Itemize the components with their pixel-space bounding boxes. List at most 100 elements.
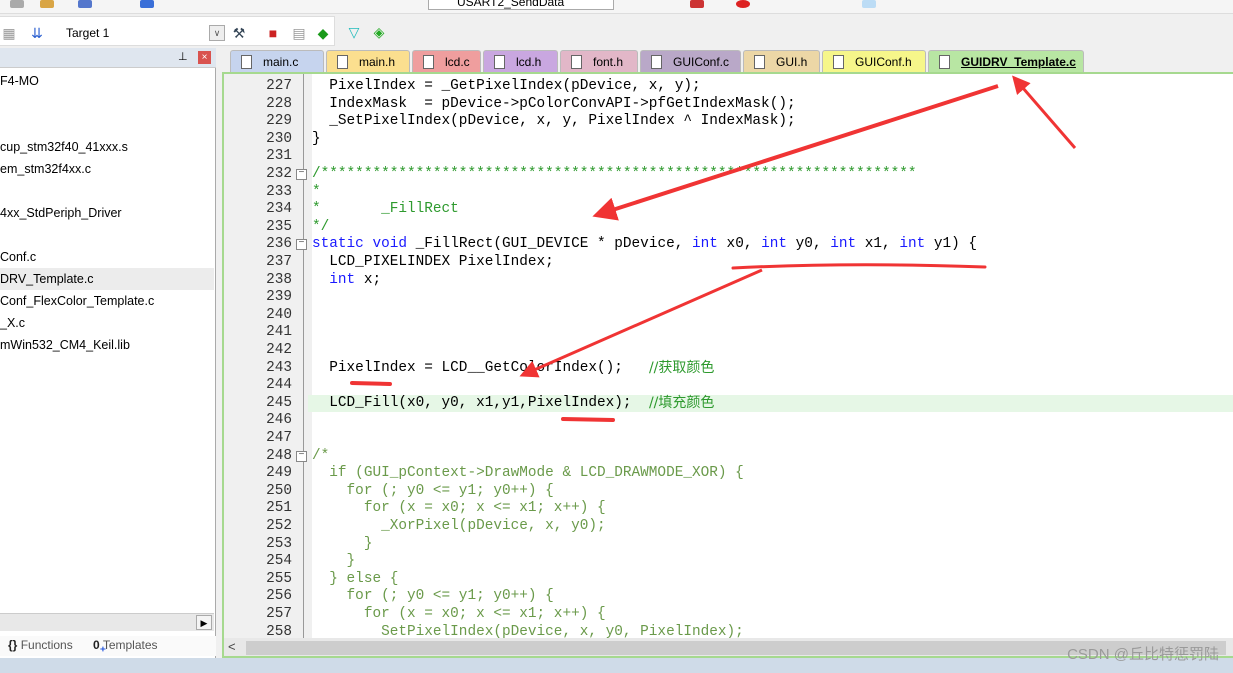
tab-templates-label: Templates bbox=[102, 638, 158, 652]
line-number: 237 bbox=[266, 254, 292, 270]
file-icon bbox=[241, 55, 252, 69]
code-text: /***************************************… bbox=[312, 166, 917, 182]
code-text: LCD_PIXELINDEX PixelIndex; bbox=[312, 254, 554, 270]
code-text: } bbox=[312, 130, 321, 147]
code-editor[interactable]: 227 PixelIndex = _GetPixelIndex(pDevice,… bbox=[222, 72, 1233, 658]
code-line: 255 } else { bbox=[224, 571, 1233, 589]
line-number: 251 bbox=[266, 500, 292, 517]
line-number: 255 bbox=[266, 570, 292, 587]
search-icon[interactable] bbox=[690, 0, 704, 8]
tree-item[interactable] bbox=[0, 114, 214, 136]
code-text: static void _FillRect(GUI_DEVICE * pDevi… bbox=[312, 236, 977, 254]
code-text: _SetPixelIndex(pDevice, x, y, PixelIndex… bbox=[312, 113, 796, 130]
file-icon bbox=[494, 55, 505, 69]
line-number: 240 bbox=[266, 306, 292, 323]
tree-item[interactable]: F4-MO bbox=[0, 70, 214, 92]
tree-item[interactable] bbox=[0, 224, 214, 246]
breakpoint-icon[interactable] bbox=[736, 0, 750, 8]
tab-guiconf-c[interactable]: GUIConf.c bbox=[640, 50, 741, 72]
code-line: 236− static void _FillRect(GUI_DEVICE * p… bbox=[224, 236, 1233, 254]
tree-item[interactable]: Conf.c bbox=[0, 246, 214, 268]
tab-label: main.c bbox=[263, 55, 299, 69]
code-line: 240 bbox=[224, 307, 1233, 325]
tree-item[interactable] bbox=[0, 180, 214, 202]
code-line: 248−/* bbox=[224, 448, 1233, 466]
tree-item[interactable]: cup_stm32f40_41xxx.s bbox=[0, 136, 214, 158]
code-line: 257 for (x = x0; x <= x1; x++) { bbox=[224, 606, 1233, 624]
undo-icon[interactable] bbox=[78, 0, 92, 8]
tab-functions[interactable]: {} Functions bbox=[8, 638, 73, 652]
code-line: 242 bbox=[224, 342, 1233, 360]
line-number: 257 bbox=[266, 606, 292, 622]
select-packs-icon[interactable]: ▽ bbox=[345, 23, 363, 41]
code-line: 251 for (x = x0; x <= x1; x++) { bbox=[224, 500, 1233, 518]
tree-item[interactable]: 4xx_StdPeriph_Driver bbox=[0, 202, 214, 224]
tab-guidrv_template-c[interactable]: GUIDRV_Template.c bbox=[928, 50, 1084, 72]
code-text: */ bbox=[312, 218, 330, 235]
tab-main-c[interactable]: main.c bbox=[230, 50, 324, 72]
manage-components-icon[interactable]: ■ bbox=[264, 24, 282, 42]
horizontal-scrollbar[interactable]: ▶ bbox=[0, 613, 214, 631]
build-toolbar: ▦ ⇊ Target 1 ∨ ⚒ ■ ▤ ◆ bbox=[0, 16, 335, 46]
tree-item[interactable]: mWin532_CM4_Keil.lib bbox=[0, 334, 214, 356]
paste-icon[interactable] bbox=[40, 0, 54, 8]
tab-guiconf-h[interactable]: GUIConf.h bbox=[822, 50, 926, 72]
file-icon bbox=[833, 55, 844, 69]
tab-lcd-h[interactable]: lcd.h bbox=[483, 50, 558, 72]
file-icon bbox=[939, 55, 950, 69]
watermark: CSDN @丘比特惩罚陆 bbox=[1067, 646, 1219, 663]
download-icon[interactable]: ⇊ bbox=[28, 24, 46, 42]
tab-lcd-c[interactable]: lcd.c bbox=[412, 50, 481, 72]
code-line: 250 for (; y0 <= y1; y0++) { bbox=[224, 483, 1233, 501]
tree-item[interactable]: DRV_Template.c bbox=[0, 268, 214, 290]
file-icon bbox=[754, 55, 765, 69]
run-time-env-icon[interactable]: ◈ bbox=[370, 23, 388, 41]
tab-templates[interactable]: 0 ₊ Templates bbox=[93, 638, 158, 654]
options-wand-icon[interactable]: ⚒ bbox=[230, 24, 248, 42]
code-line: 231 bbox=[224, 148, 1233, 166]
fold-toggle-icon[interactable]: − bbox=[296, 239, 307, 251]
tab-functions-label: Functions bbox=[20, 638, 73, 652]
tree-item[interactable]: _X.c bbox=[0, 312, 214, 334]
tree-item[interactable] bbox=[0, 92, 214, 114]
window-icon[interactable] bbox=[862, 0, 876, 8]
tab-gui-h[interactable]: GUI.h bbox=[743, 50, 820, 72]
tab-label: lcd.h bbox=[516, 55, 542, 69]
scroll-left-icon[interactable]: < bbox=[228, 639, 236, 654]
tab-main-h[interactable]: main.h bbox=[326, 50, 410, 72]
line-number: 235 bbox=[266, 218, 292, 235]
scroll-right-icon[interactable]: ▶ bbox=[196, 615, 212, 630]
close-icon[interactable]: × bbox=[198, 51, 211, 64]
project-tree: F4-MO cup_stm32f40_41xxx.s em_stm32f4xx.c 4… bbox=[0, 70, 214, 356]
code-text: } bbox=[312, 553, 356, 570]
tree-item[interactable]: em_stm32f4xx.c bbox=[0, 158, 214, 180]
file-extensions-icon[interactable]: ▤ bbox=[290, 24, 308, 42]
toolbar-top: USART2_SendData bbox=[0, 0, 1233, 14]
fold-toggle-icon[interactable]: − bbox=[296, 450, 307, 462]
code-text: PixelIndex = _GetPixelIndex(pDevice, x, … bbox=[312, 78, 701, 94]
line-number: 238 bbox=[266, 271, 292, 288]
line-number: 246 bbox=[266, 412, 292, 429]
tab-font-h[interactable]: font.h bbox=[560, 50, 638, 72]
nav-back-icon[interactable] bbox=[140, 0, 154, 8]
code-line: 243 PixelIndex = LCD__GetColorIndex(); /… bbox=[224, 360, 1233, 378]
line-number: 253 bbox=[266, 535, 292, 552]
tree-item[interactable]: Conf_FlexColor_Template.c bbox=[0, 290, 214, 312]
tab-label: GUIConf.c bbox=[673, 55, 730, 69]
pack-installer-icon[interactable]: ◆ bbox=[314, 24, 332, 42]
target-select[interactable]: Target 1 ∨ bbox=[60, 23, 225, 43]
project-panel: ⊥ × F4-MO cup_stm32f40_41xxx.s em_stm32f4x… bbox=[0, 48, 216, 658]
fold-toggle-icon[interactable]: − bbox=[296, 169, 307, 180]
chevron-down-icon[interactable]: ∨ bbox=[209, 25, 225, 41]
line-number: 250 bbox=[266, 482, 292, 499]
editor-tabs: main.c main.h lcd.c lcd.h font.h GUIConf.c GUI… bbox=[218, 48, 1233, 72]
config-combo[interactable]: USART2_SendData bbox=[428, 0, 614, 10]
code-line: 249 if (GUI_pContext->DrawMode & LCD_DRA… bbox=[224, 465, 1233, 483]
tab-label: GUIConf.h bbox=[855, 55, 912, 69]
pin-icon[interactable]: ⊥ bbox=[178, 50, 188, 63]
copy-icon[interactable] bbox=[10, 0, 24, 8]
line-number: 229 bbox=[266, 113, 292, 130]
status-bar bbox=[0, 658, 1233, 673]
file-icon bbox=[571, 55, 582, 69]
batch-build-icon[interactable]: ▦ bbox=[0, 24, 18, 42]
